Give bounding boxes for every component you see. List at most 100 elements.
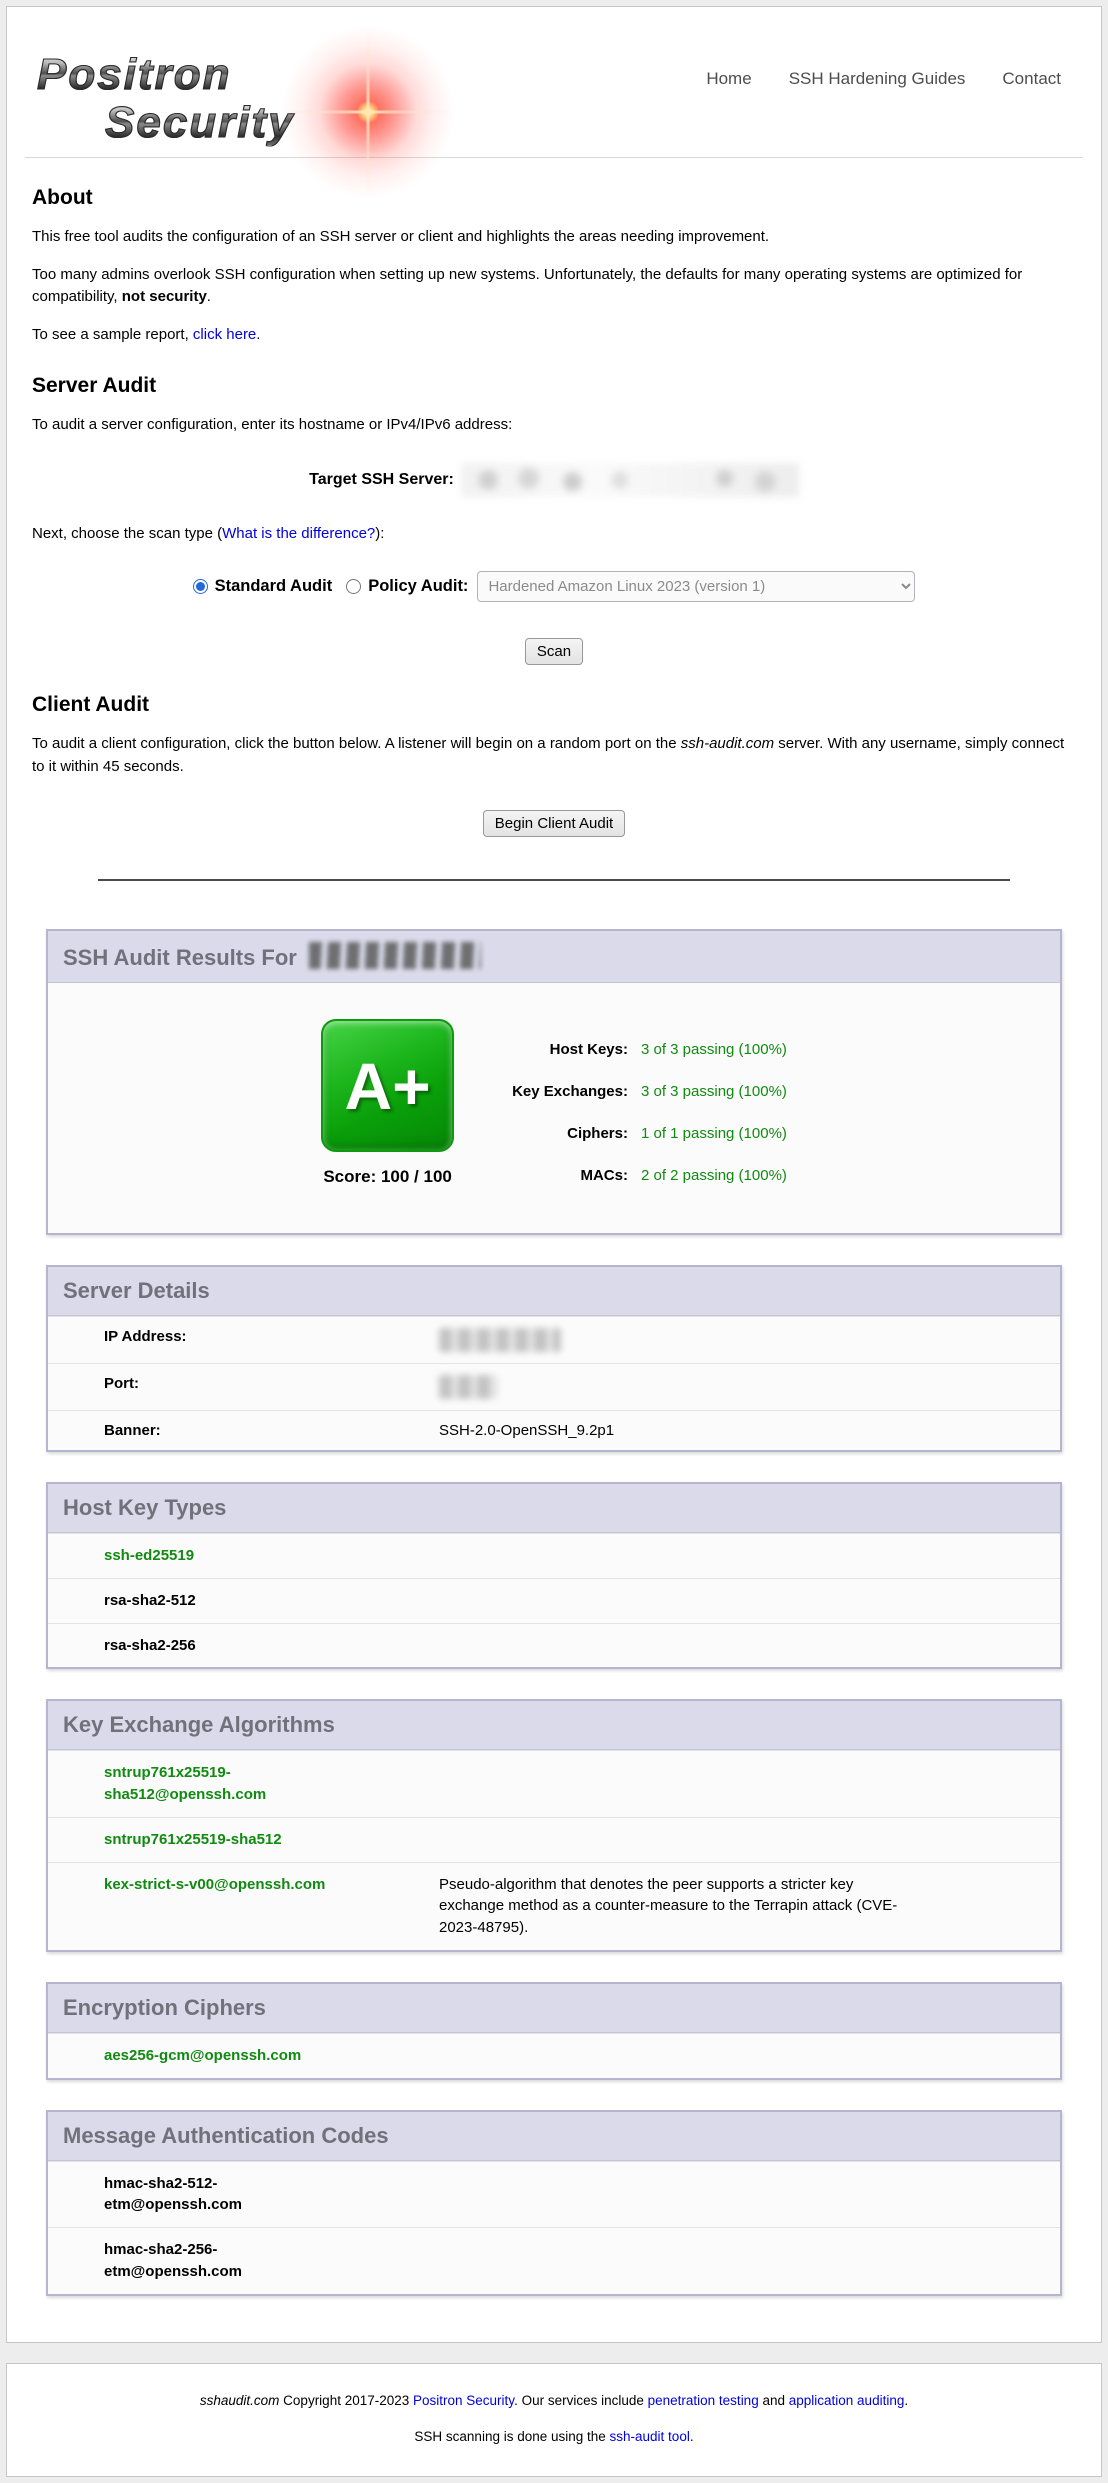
results-body: A+ Score: 100 / 100 Host Keys: 3 of 3 pa…: [48, 983, 1060, 1233]
banner-value: SSH-2.0-OpenSSH_9.2p1: [439, 1422, 614, 1439]
footer-line-1: sshaudit.com Copyright 2017-2023 Positro…: [27, 2391, 1081, 2411]
scan-button-row: Scan: [32, 638, 1076, 665]
stat-label-host-keys: Host Keys:: [512, 1041, 628, 1058]
table-row: hmac-sha2-512-etm@openssh.com: [48, 2161, 1060, 2228]
encryption-ciphers-panel: Encryption Ciphers aes256-gcm@openssh.co…: [46, 1982, 1062, 2080]
about-paragraph-2: Too many admins overlook SSH configurati…: [32, 264, 1076, 309]
stat-label-key-exchanges: Key Exchanges:: [512, 1083, 628, 1100]
table-row: ssh-ed25519: [48, 1533, 1060, 1578]
site-footer: sshaudit.com Copyright 2017-2023 Positro…: [6, 2363, 1102, 2478]
stat-value-key-exchanges: 3 of 3 passing (100%): [641, 1083, 787, 1100]
table-row: aes256-gcm@openssh.com: [48, 2033, 1060, 2078]
table-row: Port:: [48, 1363, 1060, 1410]
host-key-name: ssh-ed25519: [104, 1545, 339, 1567]
not-security-emphasis: not security: [122, 288, 207, 305]
client-audit-text: To audit a client configuration, click t…: [32, 735, 681, 752]
table-row: kex-strict-s-v00@openssh.com Pseudo-algo…: [48, 1862, 1060, 1950]
ip-address-label: IP Address:: [104, 1328, 439, 1345]
about-p2-end: .: [207, 288, 211, 305]
stat-label-macs: MACs:: [512, 1167, 628, 1184]
footer-and-text: and: [759, 2393, 789, 2408]
table-row: sntrup761x25519-sha512@openssh.com: [48, 1750, 1060, 1817]
sample-report-link[interactable]: click here: [193, 326, 256, 343]
macs-header: Message Authentication Codes: [48, 2112, 1060, 2161]
kex-note: Pseudo-algorithm that denotes the peer s…: [439, 1874, 919, 1939]
positron-security-logo[interactable]: Positron Security: [25, 25, 445, 147]
scan-button[interactable]: Scan: [525, 638, 583, 665]
nav-ssh-hardening-guides[interactable]: SSH Hardening Guides: [789, 69, 966, 89]
nav-home[interactable]: Home: [706, 69, 751, 89]
main-nav: Home SSH Hardening Guides Contact: [706, 69, 1083, 89]
application-auditing-link[interactable]: application auditing: [789, 2393, 905, 2408]
client-audit-title: Client Audit: [32, 693, 1076, 717]
main-container: Positron Security Home SSH Hardening Gui…: [6, 6, 1102, 2343]
footer-copyright-text: Copyright 2017-2023: [279, 2393, 413, 2408]
about-paragraph-3: To see a sample report, click here.: [32, 324, 1076, 347]
table-row: rsa-sha2-512: [48, 1578, 1060, 1623]
host-key-name: rsa-sha2-256: [104, 1635, 339, 1657]
grade-badge: A+: [321, 1019, 454, 1152]
ssh-audit-domain: ssh-audit.com: [681, 735, 774, 752]
encryption-ciphers-header: Encryption Ciphers: [48, 1984, 1060, 2033]
ssh-audit-tool-link[interactable]: ssh-audit tool: [610, 2429, 690, 2444]
site-header: Positron Security Home SSH Hardening Gui…: [25, 25, 1083, 147]
kex-name: sntrup761x25519-sha512@openssh.com: [104, 1762, 339, 1806]
about-paragraph-1: This free tool audits the configuration …: [32, 226, 1076, 249]
policy-audit-label[interactable]: Policy Audit:: [368, 577, 468, 596]
scan-type-paragraph: Next, choose the scan type (What is the …: [32, 523, 1076, 546]
begin-client-audit-row: Begin Client Audit: [32, 810, 1076, 837]
table-row: rsa-sha2-256: [48, 1623, 1060, 1668]
footer-line-2: SSH scanning is done using the ssh-audit…: [27, 2427, 1081, 2447]
logo-text-line1: Positron: [37, 53, 231, 97]
cipher-name: aes256-gcm@openssh.com: [104, 2045, 339, 2067]
kex-name: kex-strict-s-v00@openssh.com: [104, 1874, 339, 1896]
footer-line2-end: .: [690, 2429, 694, 2444]
target-server-label: Target SSH Server:: [309, 471, 454, 489]
server-details-panel: Server Details IP Address: Port: Banner:…: [46, 1265, 1062, 1452]
key-exchange-header: Key Exchange Algorithms: [48, 1701, 1060, 1750]
host-key-types-header: Host Key Types: [48, 1484, 1060, 1533]
key-exchange-panel: Key Exchange Algorithms sntrup761x25519-…: [46, 1699, 1062, 1952]
redacted-ip-value: [439, 1328, 561, 1352]
begin-client-audit-button[interactable]: Begin Client Audit: [483, 810, 625, 837]
penetration-testing-link[interactable]: penetration testing: [648, 2393, 759, 2408]
table-row: IP Address:: [48, 1316, 1060, 1363]
scan-type-difference-link[interactable]: What is the difference?: [222, 525, 375, 542]
positron-security-link[interactable]: Positron Security: [413, 2393, 514, 2408]
banner-label: Banner:: [104, 1422, 439, 1439]
target-server-row: Target SSH Server:: [32, 463, 1076, 497]
standard-audit-label[interactable]: Standard Audit: [215, 577, 333, 596]
kex-name: sntrup761x25519-sha512: [104, 1829, 339, 1851]
target-server-input[interactable]: [461, 463, 799, 497]
scan-type-text: Next, choose the scan type (: [32, 525, 222, 542]
table-row: sntrup761x25519-sha512: [48, 1817, 1060, 1862]
header-divider: [25, 157, 1083, 158]
results-panel-header: SSH Audit Results For: [48, 931, 1060, 983]
macs-panel: Message Authentication Codes hmac-sha2-5…: [46, 2110, 1062, 2296]
grade-block: A+ Score: 100 / 100: [321, 1019, 454, 1187]
server-audit-intro: To audit a server configuration, enter i…: [32, 414, 1076, 437]
sample-report-end: .: [256, 326, 260, 343]
mac-name: hmac-sha2-256-etm@openssh.com: [104, 2239, 339, 2283]
standard-audit-radio[interactable]: [193, 579, 208, 594]
stat-label-ciphers: Ciphers:: [512, 1125, 628, 1142]
client-audit-paragraph: To audit a client configuration, click t…: [32, 733, 1076, 778]
port-label: Port:: [104, 1375, 439, 1392]
logo-text-line2: Security: [105, 101, 295, 145]
about-title: About: [32, 186, 1076, 210]
stat-value-ciphers: 1 of 1 passing (100%): [641, 1125, 787, 1142]
results-stats: Host Keys: 3 of 3 passing (100%) Key Exc…: [512, 1041, 787, 1184]
policy-audit-radio[interactable]: [346, 579, 361, 594]
footer-services-text: . Our services include: [514, 2393, 648, 2408]
redacted-port-value: [439, 1375, 497, 1399]
server-audit-title: Server Audit: [32, 374, 1076, 398]
policy-select[interactable]: Hardened Amazon Linux 2023 (version 1): [477, 571, 915, 602]
table-row: hmac-sha2-256-etm@openssh.com: [48, 2227, 1060, 2294]
footer-line1-end: .: [904, 2393, 908, 2408]
scan-type-options-row: Standard Audit Policy Audit: Hardened Am…: [32, 571, 1076, 602]
stat-value-macs: 2 of 2 passing (100%): [641, 1167, 787, 1184]
footer-domain: sshaudit.com: [200, 2393, 280, 2408]
nav-contact[interactable]: Contact: [1002, 69, 1061, 89]
table-row: Banner: SSH-2.0-OpenSSH_9.2p1: [48, 1410, 1060, 1450]
footer-scanning-text: SSH scanning is done using the: [414, 2429, 609, 2444]
